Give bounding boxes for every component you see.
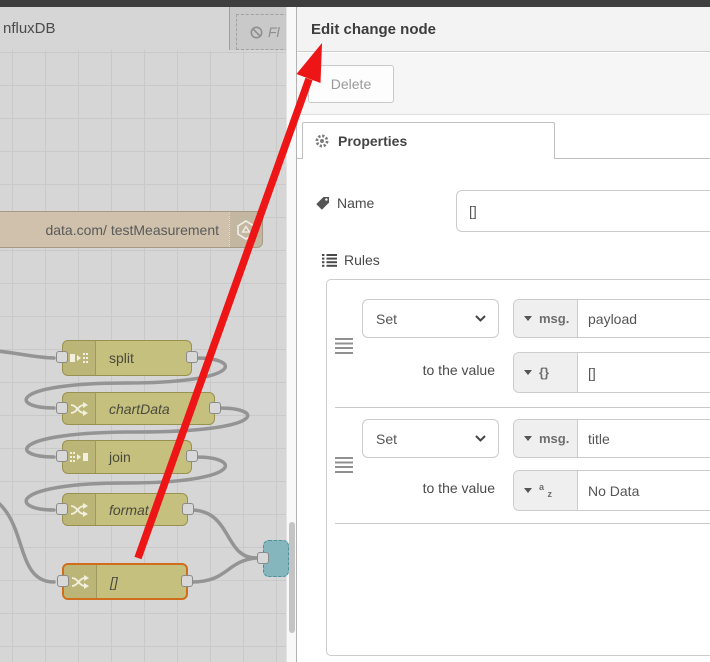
tag-icon xyxy=(316,196,329,210)
rule-separator xyxy=(335,407,710,408)
influxdb-icon xyxy=(229,212,262,247)
input-port[interactable] xyxy=(257,551,269,564)
input-port[interactable] xyxy=(56,351,68,363)
output-port[interactable] xyxy=(181,574,193,587)
typed-input-type-button[interactable]: msg. xyxy=(514,300,578,337)
flow-workspace: nfluxDB Fl data.com/ testMeasurement spl… xyxy=(0,7,296,662)
node-label: format xyxy=(109,501,149,518)
rules-label: Rules xyxy=(322,252,380,268)
rule-drag-handle[interactable] xyxy=(335,338,353,354)
input-port[interactable] xyxy=(56,450,68,462)
delete-button[interactable]: Delete xyxy=(308,65,394,103)
rule-separator xyxy=(335,523,710,524)
property-value: title xyxy=(588,430,610,447)
msg-type-label: msg. xyxy=(539,311,570,326)
node-change-chartdata[interactable]: chartData xyxy=(56,392,221,425)
rule-value: [] xyxy=(588,364,596,381)
input-port[interactable] xyxy=(56,401,68,414)
typed-input-type-button[interactable]: {} xyxy=(514,353,578,392)
typed-input-type-button[interactable]: msg. xyxy=(514,420,578,457)
node-split[interactable]: split xyxy=(56,340,198,376)
rule-value: No Data xyxy=(588,482,640,499)
to-the-value-label: to the value xyxy=(422,480,495,496)
to-the-value-label: to the value xyxy=(422,362,495,378)
node-label: chartData xyxy=(109,400,170,417)
flow-tab-label: Fl xyxy=(268,24,280,40)
node-red-editor: nfluxDB Fl data.com/ testMeasurement spl… xyxy=(0,0,710,662)
msg-type-label: msg. xyxy=(539,431,570,446)
edit-tray: Edit change node Delete Properties Name … xyxy=(296,7,710,662)
node-label: join xyxy=(109,449,131,465)
rule1-property-input[interactable]: msg. payload xyxy=(513,299,710,338)
node-change-format[interactable]: format xyxy=(56,493,194,526)
json-type-icon: {} xyxy=(539,365,550,380)
name-label: Name xyxy=(315,195,374,211)
node-label: split xyxy=(109,350,134,366)
node-change-selected[interactable]: [] xyxy=(57,563,193,600)
rule1-action-select[interactable]: Set xyxy=(362,299,499,338)
flow-tabbar: nfluxDB Fl xyxy=(0,7,296,50)
name-input[interactable]: [] xyxy=(456,190,710,232)
tray-title: Edit change node xyxy=(311,20,437,38)
tab-properties-label: Properties xyxy=(338,133,408,149)
tray-toolbar: Delete xyxy=(297,53,710,115)
ban-icon xyxy=(250,26,263,38)
rule2-property-input[interactable]: msg. title xyxy=(513,419,710,458)
output-port[interactable] xyxy=(186,450,198,462)
scrollbar-thumb[interactable] xyxy=(289,522,295,633)
typed-input-type-button[interactable]: a z xyxy=(514,471,578,510)
input-port[interactable] xyxy=(57,574,69,587)
header-bar xyxy=(0,0,710,7)
chevron-down-icon xyxy=(475,315,486,322)
output-port[interactable] xyxy=(209,401,221,414)
output-port[interactable] xyxy=(182,502,194,515)
caret-down-icon xyxy=(524,316,532,321)
tab-properties[interactable]: Properties xyxy=(302,122,555,159)
node-join[interactable]: join xyxy=(56,440,198,474)
gear-icon xyxy=(315,134,329,148)
node-influxdb-out[interactable]: data.com/ testMeasurement xyxy=(0,211,263,248)
chevron-down-icon xyxy=(475,435,486,442)
list-icon xyxy=(322,254,337,267)
flow-tab-label: nfluxDB xyxy=(3,20,56,37)
rule-drag-handle[interactable] xyxy=(335,457,353,473)
node-label: data.com/ testMeasurement xyxy=(45,221,219,238)
output-port[interactable] xyxy=(186,351,198,363)
caret-down-icon xyxy=(524,436,532,441)
flow-canvas[interactable]: data.com/ testMeasurement split chartDat… xyxy=(0,50,289,662)
rules-container: Set msg. payload to the value {} [] Set … xyxy=(326,279,710,656)
caret-down-icon xyxy=(524,370,532,375)
node-label: [] xyxy=(110,573,118,590)
string-type-icon: a z xyxy=(539,482,552,499)
caret-down-icon xyxy=(524,488,532,493)
property-value: payload xyxy=(588,310,638,327)
rule2-value-input[interactable]: a z No Data xyxy=(513,470,710,511)
rule1-value-input[interactable]: {} [] xyxy=(513,352,710,393)
rule2-action-select[interactable]: Set xyxy=(362,419,499,458)
node-chart-partial[interactable] xyxy=(257,540,289,577)
input-port[interactable] xyxy=(56,502,68,515)
flow-tab-influxdb[interactable]: nfluxDB xyxy=(0,7,230,50)
tray-header: Edit change node xyxy=(297,7,710,52)
